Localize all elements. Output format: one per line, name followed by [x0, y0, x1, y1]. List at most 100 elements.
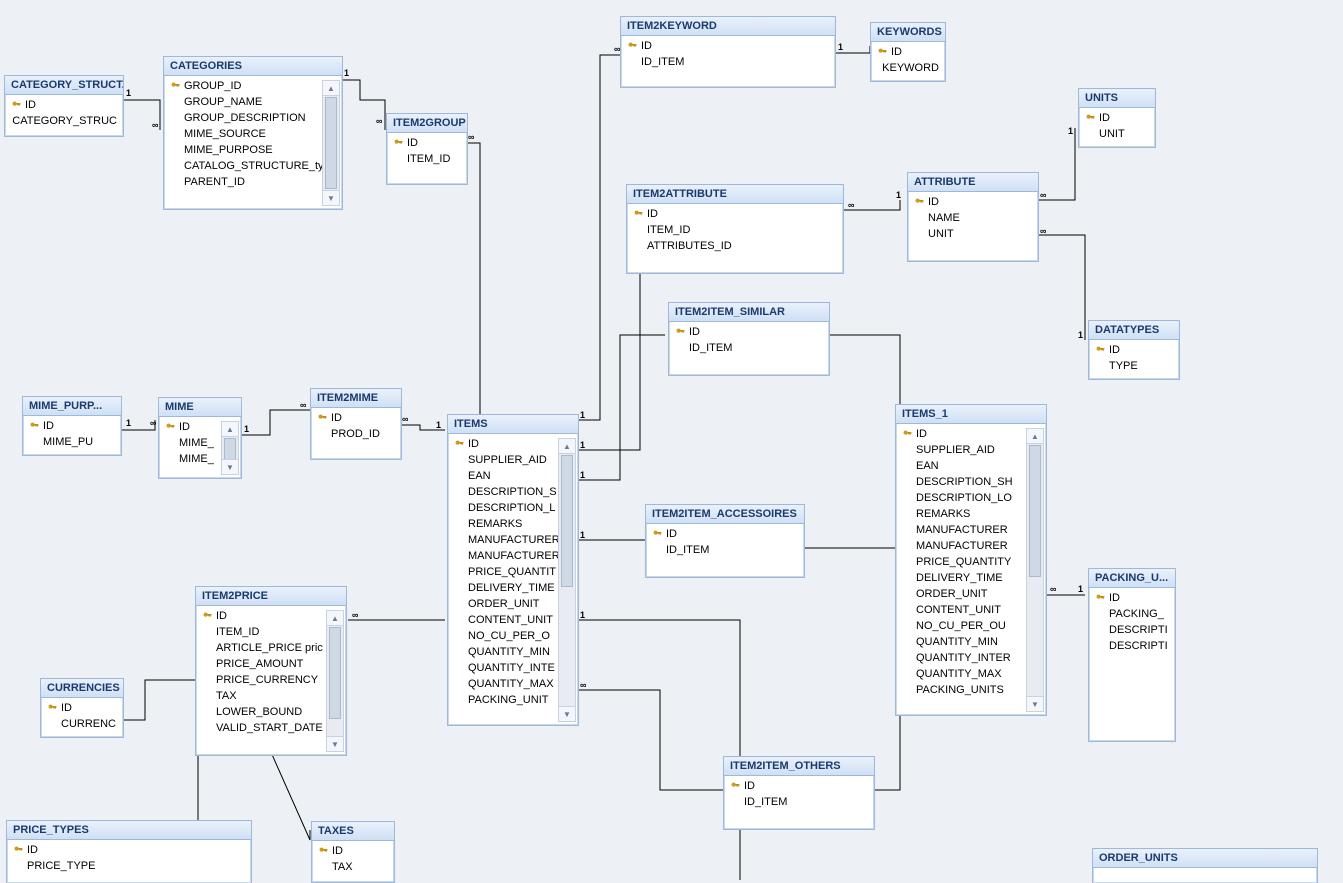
- table-field[interactable]: DESCRIPTI: [1089, 638, 1175, 654]
- table-field[interactable]: UNIT: [1079, 126, 1155, 142]
- table-field[interactable]: ID: [387, 135, 467, 151]
- table-currencies[interactable]: CURRENCIESIDCURRENC: [40, 678, 124, 738]
- table-field[interactable]: PRICE_AMOUNT: [196, 656, 346, 672]
- table-field[interactable]: ID: [7, 842, 251, 858]
- scroll-down-icon[interactable]: ▼: [323, 190, 339, 205]
- table-field[interactable]: MIME_SOURCE: [164, 126, 342, 142]
- table-field[interactable]: NO_CU_PER_OU: [896, 618, 1046, 634]
- table-header[interactable]: TAXES: [312, 822, 394, 841]
- table-header[interactable]: ITEM2ITEM_ACCESSOIRES: [646, 505, 804, 524]
- scroll-up-icon[interactable]: ▲: [1027, 429, 1043, 444]
- table-items[interactable]: ITEMSIDSUPPLIER_AIDEANDESCRIPTION_SDESCR…: [447, 414, 579, 726]
- table-field[interactable]: DESCRIPTI: [1089, 622, 1175, 638]
- scroll-thumb[interactable]: [224, 438, 236, 460]
- table-header[interactable]: ITEMS: [448, 415, 578, 434]
- table-field[interactable]: PACKING_UNITS: [896, 682, 1046, 698]
- table-field[interactable]: DESCRIPTION_SH: [896, 474, 1046, 490]
- table-field[interactable]: ATTRIBUTES_ID: [627, 238, 843, 254]
- table-items_1[interactable]: ITEMS_1IDSUPPLIER_AIDEANDESCRIPTION_SHDE…: [895, 404, 1047, 716]
- table-field[interactable]: NAME: [908, 210, 1038, 226]
- table-field[interactable]: ID: [621, 38, 835, 54]
- table-field[interactable]: VALID_START_DATE: [196, 720, 346, 736]
- table-field[interactable]: ITEM_ID: [196, 624, 346, 640]
- table-field[interactable]: PARENT_ID: [164, 174, 342, 190]
- table-header[interactable]: ITEM2GROUP: [387, 114, 467, 133]
- table-attribute[interactable]: ATTRIBUTEIDNAMEUNIT: [907, 172, 1039, 262]
- table-header[interactable]: ORDER_UNITS: [1093, 849, 1317, 868]
- table-item2group[interactable]: ITEM2GROUPIDITEM_ID: [386, 113, 468, 185]
- table-packing_u[interactable]: PACKING_U...IDPACKING_DESCRIPTIDESCRIPTI: [1088, 568, 1176, 742]
- table-field[interactable]: GROUP_ID: [164, 78, 342, 94]
- table-field[interactable]: ITEM_ID: [627, 222, 843, 238]
- table-field[interactable]: EAN: [896, 458, 1046, 474]
- table-field[interactable]: ARTICLE_PRICE pric: [196, 640, 346, 656]
- scroll-down-icon[interactable]: ▼: [559, 706, 575, 721]
- table-header[interactable]: ITEM2ITEM_SIMILAR: [669, 303, 829, 322]
- table-header[interactable]: PRICE_TYPES: [7, 821, 251, 840]
- table-header[interactable]: ITEM2ITEM_OTHERS: [724, 757, 874, 776]
- table-field[interactable]: ID: [1089, 590, 1175, 606]
- table-header[interactable]: KEYWORDS: [871, 23, 945, 42]
- table-field[interactable]: DESCRIPTION_LO: [896, 490, 1046, 506]
- table-header[interactable]: ATTRIBUTE: [908, 173, 1038, 192]
- table-header[interactable]: ITEM2KEYWORD: [621, 17, 835, 36]
- scroll-down-icon[interactable]: ▼: [1027, 696, 1043, 711]
- table-item2item_accessoires[interactable]: ITEM2ITEM_ACCESSOIRES IDID_ITEM: [645, 504, 805, 578]
- table-header[interactable]: CATEGORIES: [164, 57, 342, 76]
- table-field[interactable]: MIME_PU: [23, 434, 121, 450]
- table-header[interactable]: ITEM2PRICE: [196, 587, 346, 606]
- table-field[interactable]: ID: [908, 194, 1038, 210]
- table-field[interactable]: TAX: [196, 688, 346, 704]
- table-header[interactable]: DATATYPES: [1089, 321, 1179, 340]
- scroll-up-icon[interactable]: ▲: [222, 422, 238, 437]
- table-header[interactable]: MIME: [159, 398, 241, 417]
- table-taxes[interactable]: TAXESIDTAX: [311, 821, 395, 883]
- table-field[interactable]: ID_ITEM: [621, 54, 835, 70]
- table-field[interactable]: ID: [1089, 342, 1179, 358]
- table-field[interactable]: TAX: [312, 859, 394, 875]
- table-field[interactable]: PROD_ID: [311, 426, 401, 442]
- table-datatypes[interactable]: DATATYPESIDTYPE: [1088, 320, 1180, 380]
- table-field[interactable]: ID: [724, 778, 874, 794]
- table-field[interactable]: MIME_PURPOSE: [164, 142, 342, 158]
- table-field[interactable]: ID: [627, 206, 843, 222]
- table-field[interactable]: PACKING_: [1089, 606, 1175, 622]
- table-field[interactable]: MANUFACTURER: [896, 522, 1046, 538]
- table-item2keyword[interactable]: ITEM2KEYWORD IDID_ITEM: [620, 16, 836, 88]
- table-units[interactable]: UNITS IDUNIT: [1078, 88, 1156, 148]
- table-field[interactable]: ID: [311, 410, 401, 426]
- table-field[interactable]: PRICE_CURRENCY: [196, 672, 346, 688]
- table-header[interactable]: UNITS: [1079, 89, 1155, 108]
- table-field[interactable]: LOWER_BOUND: [196, 704, 346, 720]
- table-header[interactable]: ITEMS_1: [896, 405, 1046, 424]
- table-field[interactable]: QUANTITY_INTER: [896, 650, 1046, 666]
- table-field[interactable]: ID: [646, 526, 804, 542]
- table-field[interactable]: ID: [669, 324, 829, 340]
- table-keywords[interactable]: KEYWORDSIDKEYWORD: [870, 22, 946, 82]
- table-field[interactable]: ID: [41, 700, 123, 716]
- table-field[interactable]: SUPPLIER_AID: [896, 442, 1046, 458]
- table-field[interactable]: ID: [896, 426, 1046, 442]
- table-item2mime[interactable]: ITEM2MIMEIDPROD_ID: [310, 388, 402, 460]
- table-field[interactable]: PRICE_TYPE: [7, 858, 251, 874]
- table-field[interactable]: QUANTITY_MIN: [896, 634, 1046, 650]
- scroll-down-icon[interactable]: ▼: [327, 736, 343, 751]
- table-field[interactable]: DELIVERY_TIME: [896, 570, 1046, 586]
- table-field[interactable]: ID_ITEM: [724, 794, 874, 810]
- scrollbar[interactable]: ▲▼: [221, 421, 239, 475]
- table-field[interactable]: QUANTITY_MAX: [896, 666, 1046, 682]
- table-field[interactable]: ID: [1079, 110, 1155, 126]
- table-field[interactable]: ID_ITEM: [646, 542, 804, 558]
- table-field[interactable]: GROUP_NAME: [164, 94, 342, 110]
- table-order_units[interactable]: ORDER_UNITS: [1092, 848, 1318, 883]
- table-header[interactable]: CATEGORY_STRUCT...: [5, 76, 123, 95]
- scroll-down-icon[interactable]: ▼: [222, 459, 238, 474]
- table-item2item_others[interactable]: ITEM2ITEM_OTHERS IDID_ITEM: [723, 756, 875, 830]
- table-field[interactable]: KEYWORD: [871, 60, 945, 76]
- table-field[interactable]: ID: [5, 97, 123, 113]
- table-header[interactable]: ITEM2ATTRIBUTE: [627, 185, 843, 204]
- table-mime[interactable]: MIMEIDMIME_MIME_▲▼: [158, 397, 242, 479]
- table-field[interactable]: ID: [23, 418, 121, 434]
- scroll-up-icon[interactable]: ▲: [323, 81, 339, 96]
- table-field[interactable]: CURRENC: [41, 716, 123, 732]
